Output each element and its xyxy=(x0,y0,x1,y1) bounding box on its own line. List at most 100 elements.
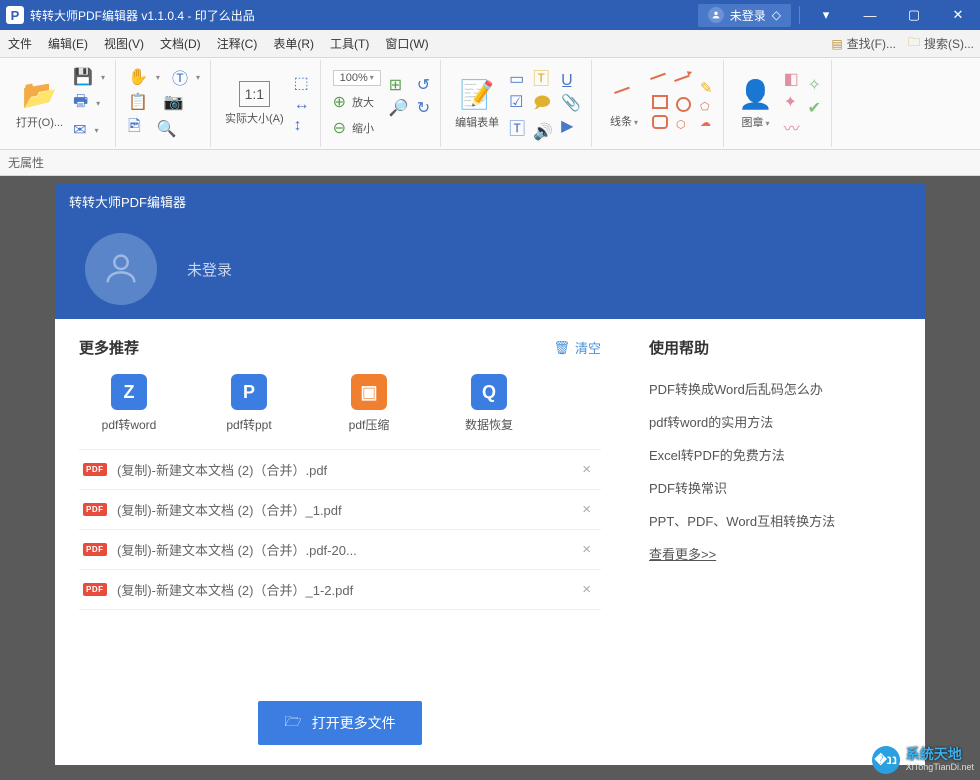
search-label: 搜索(S)... xyxy=(924,35,974,52)
brush-icon[interactable]: 〰 xyxy=(784,115,800,139)
lines-button[interactable]: 线条▾ xyxy=(600,74,648,133)
recommend-item[interactable]: Ppdf转ppt xyxy=(199,374,299,433)
zoom-out-label: 缩小 xyxy=(352,120,374,136)
magic-icon[interactable]: ✦ xyxy=(784,92,800,112)
help-link[interactable]: PDF转换常识 xyxy=(649,471,901,504)
attach-icon[interactable]: 📎 xyxy=(561,93,581,113)
actual-size-button[interactable]: 1:1 实际大小(A) xyxy=(219,77,290,130)
underline-icon[interactable]: U̲ xyxy=(561,72,581,90)
menu-form[interactable]: 表单(R) xyxy=(265,35,322,52)
file-row[interactable]: PDF(复制)-新建文本文档 (2)（合并）.pdf× xyxy=(79,450,601,490)
menu-window[interactable]: 窗口(W) xyxy=(377,35,436,52)
menu-view[interactable]: 视图(V) xyxy=(96,35,152,52)
watermark: �ננ 系统天地 XiTongTianDi.net xyxy=(872,746,974,774)
remove-file-button[interactable]: × xyxy=(576,501,597,518)
file-name: (复制)-新建文本文档 (2)（合并）_1-2.pdf xyxy=(117,580,576,599)
check-mark-icon[interactable]: ✔ xyxy=(808,98,821,118)
recommend-item[interactable]: Zpdf转word xyxy=(79,374,179,433)
login-panel[interactable]: 未登录 xyxy=(55,219,925,319)
shape-line-icon[interactable] xyxy=(652,75,668,92)
shape-polygon-icon[interactable]: ⬠ xyxy=(700,100,713,113)
open-more-label: 打开更多文件 xyxy=(312,713,396,733)
sound-icon[interactable]: 🔊 xyxy=(533,122,553,142)
checkbox-field-icon[interactable]: ☑ xyxy=(509,92,525,112)
eraser-icon[interactable]: ◧ xyxy=(784,69,800,89)
pencil-icon[interactable]: ✎ xyxy=(700,79,713,97)
shape-hex-icon[interactable]: ⬡ xyxy=(676,118,692,131)
recommend-item-label: pdf压缩 xyxy=(349,416,390,433)
zoom-in-label: 放大 xyxy=(352,94,374,110)
file-name: (复制)-新建文本文档 (2)（合并）.pdf-20... xyxy=(117,540,576,559)
find-button[interactable]: ▤ 查找(F)... xyxy=(825,35,902,52)
menu-tools[interactable]: 工具(T) xyxy=(322,35,377,52)
find-tool-icon[interactable]: 🔍 xyxy=(157,119,177,139)
close-button[interactable]: ✕ xyxy=(936,0,980,30)
snapshot-icon[interactable]: 📋 xyxy=(128,92,148,112)
help-link[interactable]: pdf转word的实用方法 xyxy=(649,405,901,438)
loupe-icon[interactable]: 🔎 xyxy=(389,98,409,118)
file-row[interactable]: PDF(复制)-新建文本文档 (2)（合并）_1.pdf× xyxy=(79,490,601,530)
recommend-item-label: 数据恢复 xyxy=(465,416,513,433)
help-link[interactable]: PDF转换成Word后乱码怎么办 xyxy=(649,372,901,405)
rotate-ccw-icon[interactable]: ↺ xyxy=(417,75,430,95)
zoom-out-button[interactable]: ⊖缩小 xyxy=(333,118,381,138)
menu-document[interactable]: 文档(D) xyxy=(152,35,209,52)
menu-edit[interactable]: 编辑(E) xyxy=(40,35,96,52)
file-row[interactable]: PDF(复制)-新建文本文档 (2)（合并）.pdf-20...× xyxy=(79,530,601,570)
minimize-button[interactable]: — xyxy=(848,0,892,30)
dropdown-icon[interactable]: ▾ xyxy=(804,0,848,30)
login-status-button[interactable]: 未登录 ◇ xyxy=(698,4,791,27)
app-icon: P xyxy=(6,6,24,24)
zoom-combo[interactable]: 100%▾ xyxy=(333,70,381,86)
shape-arrow-icon[interactable] xyxy=(676,77,692,94)
clear-button[interactable]: 🗑 清空 xyxy=(553,338,601,357)
hand-tool-icon[interactable]: ✋ xyxy=(128,67,148,87)
stamp-button[interactable]: 👤 图章▾ xyxy=(732,74,780,134)
zoom-in-button[interactable]: ⊕放大 xyxy=(333,92,381,112)
shape-rect-icon[interactable] xyxy=(652,95,668,112)
panel-header: 转转大师PDF编辑器 xyxy=(55,184,925,219)
remove-file-button[interactable]: × xyxy=(576,541,597,558)
help-link[interactable]: PPT、PDF、Word互相转换方法 xyxy=(649,504,901,537)
shape-cloud-icon[interactable]: ☁ xyxy=(700,116,713,129)
menu-comment[interactable]: 注释(C) xyxy=(209,35,266,52)
fit-page-icon[interactable]: ⬚ xyxy=(294,73,310,93)
maximize-button[interactable]: ▢ xyxy=(892,0,936,30)
remove-file-button[interactable]: × xyxy=(576,461,597,478)
pdf-file-icon: PDF xyxy=(83,501,105,519)
workspace: 转转大师PDF编辑器 未登录 更多推荐 🗑 清空 Zpdf转wordPpdf转p… xyxy=(0,176,980,780)
marquee-zoom-icon[interactable]: ⊞ xyxy=(389,75,409,95)
note-icon[interactable]: 🗩 xyxy=(533,92,553,119)
camera-icon[interactable]: 📷 xyxy=(164,92,184,112)
recommend-item[interactable]: ▣pdf压缩 xyxy=(319,374,419,433)
highlight-icon[interactable]: 🅃 xyxy=(533,65,553,89)
fit-width-icon[interactable]: ↔ xyxy=(294,96,310,114)
save-button[interactable]: 💾▾ xyxy=(73,67,105,87)
text-box-icon[interactable]: 🅃 xyxy=(509,115,525,139)
menu-file[interactable]: 文件 xyxy=(0,35,40,52)
edit-form-button[interactable]: 📝 编辑表单 xyxy=(449,74,505,134)
search-button[interactable]: 🗀 搜索(S)... xyxy=(902,33,980,54)
avatar xyxy=(85,233,157,305)
file-row[interactable]: PDF(复制)-新建文本文档 (2)（合并）_1-2.pdf× xyxy=(79,570,601,610)
fit-height-icon[interactable]: ↕ xyxy=(294,117,310,135)
select-tool-icon[interactable]: Ⓣ xyxy=(172,65,188,89)
remove-file-button[interactable]: × xyxy=(576,581,597,598)
text-field-icon[interactable]: ▭ xyxy=(509,69,525,89)
print-button[interactable]: 🖶▾ xyxy=(73,90,105,117)
help-more-link[interactable]: 查看更多>> xyxy=(649,537,901,570)
mail-button[interactable]: ✉▾ xyxy=(73,120,105,140)
stamp-label: 图章 xyxy=(742,117,764,129)
rotate-cw-icon[interactable]: ↻ xyxy=(417,98,430,118)
help-link[interactable]: Excel转PDF的免费方法 xyxy=(649,438,901,471)
zoom-value: 100% xyxy=(340,72,368,84)
sparkle-icon[interactable]: ✧ xyxy=(808,75,821,95)
open-button[interactable]: 📂 打开(O)... xyxy=(10,74,69,134)
scan-icon[interactable]: 🖻 xyxy=(128,115,141,142)
recommend-item[interactable]: Q数据恢复 xyxy=(439,374,539,433)
shape-rrect-icon[interactable] xyxy=(652,115,668,132)
trash-icon: 🗑 xyxy=(553,340,570,356)
shape-circle-icon[interactable] xyxy=(676,97,692,115)
open-more-button[interactable]: 🗁 打开更多文件 xyxy=(258,701,421,745)
video-icon[interactable]: ▶ xyxy=(561,116,581,136)
